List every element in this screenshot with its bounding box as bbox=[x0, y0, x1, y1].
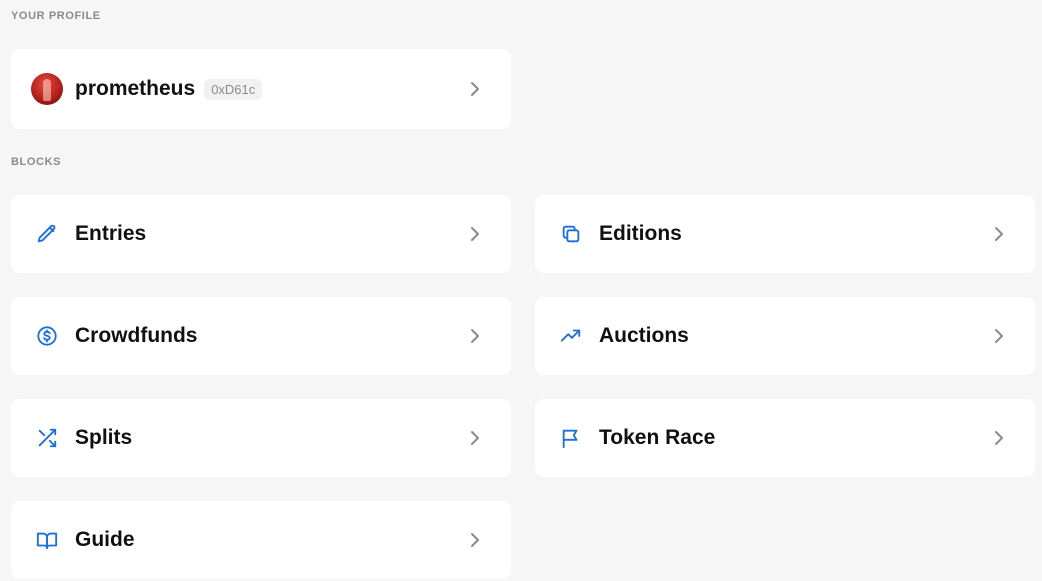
block-item-label: Entries bbox=[75, 222, 147, 245]
chevron-right-icon bbox=[991, 226, 1007, 242]
block-item-guide[interactable]: Guide bbox=[11, 501, 511, 579]
chevron-right-icon bbox=[991, 430, 1007, 446]
chevron-right-icon bbox=[991, 328, 1007, 344]
block-item-splits[interactable]: Splits bbox=[11, 399, 511, 477]
pencil-icon bbox=[35, 222, 59, 246]
profile-card[interactable]: prometheus 0xD61c bbox=[11, 49, 511, 129]
chevron-right-icon bbox=[467, 532, 483, 548]
chevron-right-icon bbox=[467, 430, 483, 446]
profile-username: prometheus bbox=[75, 77, 196, 100]
chevron-right-icon bbox=[467, 81, 483, 97]
block-item-token-race[interactable]: Token Race bbox=[535, 399, 1035, 477]
block-item-crowdfunds[interactable]: Crowdfunds bbox=[11, 297, 511, 375]
block-item-entries[interactable]: Entries bbox=[11, 195, 511, 273]
block-item-auctions[interactable]: Auctions bbox=[535, 297, 1035, 375]
shuffle-icon bbox=[35, 426, 59, 450]
block-item-label: Token Race bbox=[599, 426, 716, 449]
block-item-label: Editions bbox=[599, 222, 682, 245]
dollar-circle-icon bbox=[35, 324, 59, 348]
book-open-icon bbox=[35, 528, 59, 552]
profile-section-heading: YOUR PROFILE bbox=[11, 10, 101, 22]
copy-icon bbox=[559, 222, 583, 246]
block-item-label: Guide bbox=[75, 528, 135, 551]
flag-icon bbox=[559, 426, 583, 450]
block-item-label: Auctions bbox=[599, 324, 689, 347]
blocks-section-heading: BLOCKS bbox=[11, 156, 62, 168]
trending-up-icon bbox=[559, 324, 583, 348]
avatar bbox=[31, 73, 63, 105]
chevron-right-icon bbox=[467, 328, 483, 344]
block-item-editions[interactable]: Editions bbox=[535, 195, 1035, 273]
block-item-label: Splits bbox=[75, 426, 133, 449]
chevron-right-icon bbox=[467, 226, 483, 242]
wallet-address-badge: 0xD61c bbox=[204, 78, 263, 100]
block-item-label: Crowdfunds bbox=[75, 324, 198, 347]
